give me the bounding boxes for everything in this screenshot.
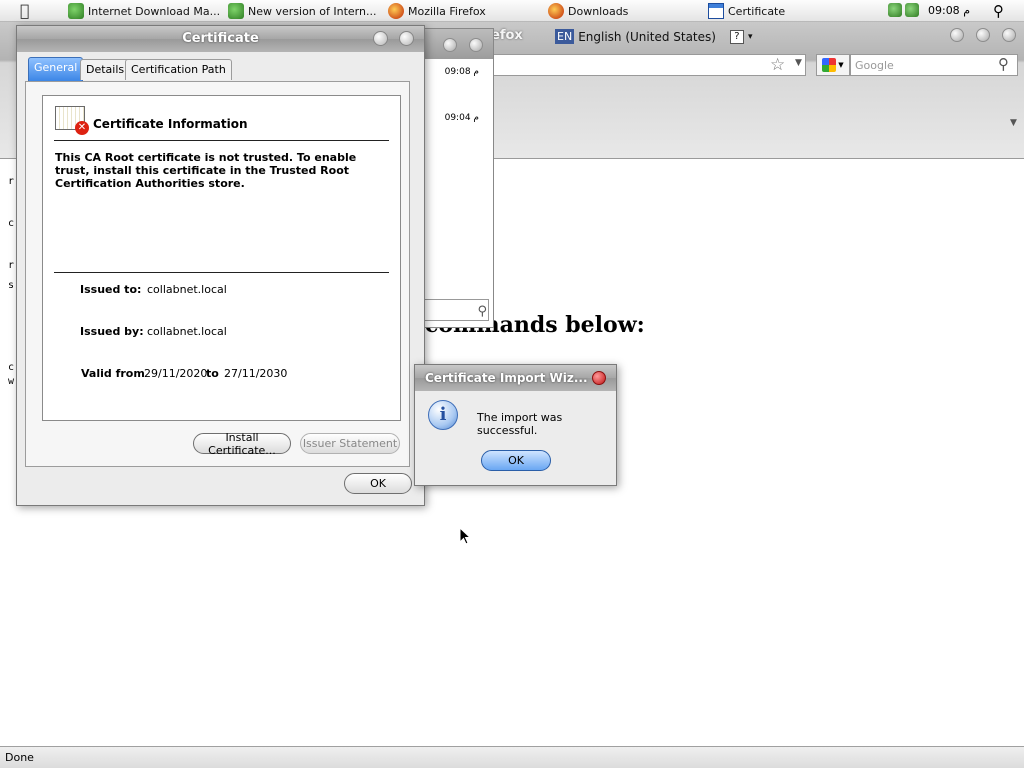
status-bar: Done: [0, 746, 1024, 768]
taskbar-item-label: Certificate: [728, 4, 786, 18]
search-input[interactable]: Google: [850, 54, 1018, 76]
tray-network-icon[interactable]: [888, 3, 902, 17]
import-wizard-dialog[interactable]: Certificate Import Wiz... i The import w…: [414, 364, 617, 486]
system-tray: [888, 3, 919, 17]
tab-certification-path[interactable]: Certification Path: [125, 59, 232, 80]
success-message: The import was successful.: [477, 411, 563, 437]
taskbar-item-certificate[interactable]: Certificate: [708, 3, 785, 19]
chevron-down-icon[interactable]: ▾: [748, 32, 753, 42]
text-fragment: w: [8, 376, 15, 387]
search-icon[interactable]: ⚲: [998, 55, 1009, 73]
text-fragment: r: [8, 260, 15, 271]
clock: 09:08 م: [927, 4, 970, 17]
idm-icon: [228, 3, 244, 19]
spotlight-search-icon[interactable]: ⚲: [993, 2, 1004, 20]
close-button[interactable]: [592, 371, 606, 385]
url-dropdown-icon[interactable]: ▼: [795, 58, 802, 68]
search-engine-selector[interactable]: ▼: [816, 54, 850, 76]
close-button[interactable]: [1002, 28, 1016, 42]
issued-by-label: Issued by:: [80, 325, 144, 338]
info-icon: i: [428, 400, 458, 430]
search-icon[interactable]: ⚲: [477, 304, 487, 319]
ok-button[interactable]: OK: [344, 473, 412, 494]
language-indicator[interactable]: EN English (United States) ? ▾: [555, 29, 752, 44]
menubar:  Internet Download Ma... New version of…: [0, 0, 1024, 22]
tray-idm-icon[interactable]: [905, 3, 919, 17]
taskbar-item-firefox[interactable]: Mozilla Firefox: [388, 3, 486, 19]
certificate-info-box: ✕ Certificate Information This CA Root c…: [42, 95, 401, 421]
language-code: EN: [555, 29, 575, 44]
firefox-icon: [548, 3, 564, 19]
text-fragment: r: [8, 176, 15, 187]
taskbar-item-downloads[interactable]: Downloads: [548, 3, 628, 19]
google-icon: [822, 58, 837, 72]
install-certificate-button[interactable]: Install Certificate...: [193, 431, 291, 457]
text-fragment: s: [8, 280, 15, 291]
untrusted-certificate-icon: ✕: [55, 106, 89, 135]
issuer-statement-button[interactable]: Issuer Statement: [300, 433, 400, 454]
taskbar-item-label: Mozilla Firefox: [408, 4, 486, 18]
minimize-button[interactable]: [373, 31, 388, 46]
tab-details[interactable]: Details: [80, 59, 131, 80]
tab-general[interactable]: General: [28, 57, 84, 81]
taskbar-item-idm[interactable]: Internet Download Ma...: [68, 3, 220, 19]
taskbar-item-label: Downloads: [568, 4, 629, 18]
dialog-title: Certificate Import Wiz...: [425, 371, 588, 385]
ok-button[interactable]: OK: [481, 450, 551, 471]
certificate-titlebar[interactable]: Certificate: [17, 26, 424, 52]
dialog-title: Certificate: [182, 31, 259, 46]
divider: [54, 140, 389, 141]
certificate-dialog[interactable]: Certificate General Details Certificatio…: [16, 25, 425, 506]
firefox-icon: [388, 3, 404, 19]
help-icon[interactable]: ?: [729, 29, 744, 44]
maximize-button[interactable]: [443, 38, 457, 52]
idm-icon: [68, 3, 84, 19]
info-heading: Certificate Information: [93, 117, 248, 131]
valid-from-label: Valid from: [81, 367, 145, 380]
valid-from-value: 29/11/2020: [144, 367, 208, 380]
apple-menu-icon[interactable]: : [20, 1, 30, 20]
divider: [54, 272, 389, 273]
taskbar-item-label: Internet Download Ma...: [88, 4, 221, 18]
wizard-titlebar[interactable]: Certificate Import Wiz...: [415, 365, 616, 391]
maximize-button[interactable]: [976, 28, 990, 42]
issued-to-label: Issued to:: [80, 283, 142, 296]
status-text: Done: [5, 751, 34, 764]
valid-to-label: to: [206, 367, 219, 380]
close-button[interactable]: [399, 31, 414, 46]
chevron-down-icon: ▼: [838, 61, 844, 69]
url-bar[interactable]: [492, 54, 806, 76]
browser-window-title: efox: [491, 28, 523, 43]
download-time: 09:08 م: [444, 67, 479, 77]
issued-by-value: collabnet.local: [147, 325, 227, 338]
issued-to-value: collabnet.local: [147, 283, 227, 296]
trust-warning: This CA Root certificate is not trusted.…: [55, 151, 357, 190]
text-fragment: c: [8, 218, 15, 229]
tab-list-icon[interactable]: ▼: [1010, 118, 1017, 128]
window-icon: [708, 3, 724, 19]
text-fragment: c: [8, 362, 15, 373]
language-name: English (United States): [578, 29, 716, 44]
close-button[interactable]: [469, 38, 483, 52]
minimize-button[interactable]: [950, 28, 964, 42]
tab-panel-general: ✕ Certificate Information This CA Root c…: [25, 81, 410, 467]
valid-to-value: 27/11/2030: [224, 367, 288, 380]
taskbar-item-idm-update[interactable]: New version of Intern...: [228, 3, 376, 19]
taskbar-item-label: New version of Intern...: [248, 4, 377, 18]
download-time: 09:04 م: [444, 113, 479, 123]
bookmark-star-icon[interactable]: ☆: [770, 55, 785, 75]
